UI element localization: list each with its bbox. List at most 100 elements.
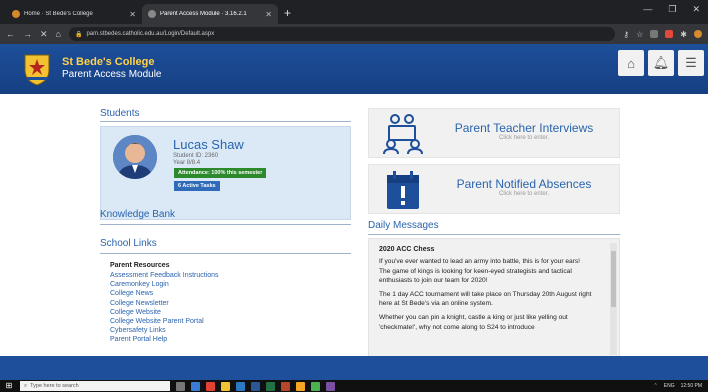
links-group-title: Parent Resources: [110, 262, 170, 269]
network-icon[interactable]: ⌃: [654, 383, 658, 389]
maximize-icon[interactable]: ❐: [668, 4, 676, 15]
star-icon[interactable]: ☆: [636, 30, 643, 39]
site-footer: [0, 356, 708, 380]
close-tab-icon[interactable]: ✕: [265, 10, 272, 19]
link-college-website[interactable]: College Website: [110, 308, 219, 317]
app-icon[interactable]: [191, 381, 200, 391]
browser-tab-pam[interactable]: Parent Access Module · 3.16.2.1 ✕: [142, 4, 278, 24]
parent-notified-absences-tile[interactable]: Parent Notified Absences Click here to e…: [368, 164, 620, 214]
bell-icon: 🔔︎: [652, 55, 670, 70]
student-name[interactable]: Lucas Shaw: [173, 137, 244, 152]
knowledge-bank-heading[interactable]: Knowledge Bank: [100, 209, 175, 220]
key-icon[interactable]: ⚷: [623, 30, 629, 39]
tab-label: Parent Access Module · 3.16.2.1: [160, 11, 247, 17]
message-paragraph: The 1 day ACC tournament will take place…: [379, 290, 592, 308]
student-card[interactable]: Lucas Shaw Student ID: 2360 Year 8/8.4 A…: [100, 126, 351, 220]
back-icon[interactable]: ←: [6, 29, 15, 39]
divider: [368, 234, 620, 235]
system-tray: ⌃ ENG 12:50 PM: [654, 383, 708, 389]
site-header: St Bede's College Parent Access Module ⌂…: [0, 44, 708, 94]
attendance-badge: Attendance: 100% this semester: [174, 168, 267, 178]
calendar-alert-icon: [387, 171, 419, 209]
parent-teacher-interviews-tile[interactable]: Parent Teacher Interviews Click here to …: [368, 108, 620, 158]
puzzle-icon[interactable]: ✱: [680, 30, 687, 39]
school-links-heading: School Links: [100, 238, 157, 249]
link-assessment-feedback[interactable]: Assessment Feedback Instructions: [110, 271, 219, 280]
profile-avatar[interactable]: [694, 30, 702, 38]
message-title: 2020 ACC Chess: [379, 246, 435, 253]
extension-icon[interactable]: [665, 30, 674, 38]
extension-icon[interactable]: [650, 30, 659, 38]
students-heading: Students: [100, 108, 140, 119]
windows-taskbar: ⊞ ⌕ Type here to search ⌃ ENG 12:50 PM: [0, 380, 708, 392]
excel-icon[interactable]: [266, 381, 275, 391]
divider: [100, 121, 351, 122]
link-parent-portal[interactable]: College Website Parent Portal: [110, 317, 219, 326]
notifications-button[interactable]: 🔔︎: [648, 50, 674, 76]
home-icon: ⌂: [627, 55, 635, 71]
student-id: Student ID: 2360: [173, 153, 219, 159]
college-crest-icon: [24, 54, 50, 86]
tile-subtitle: Click here to enter.: [498, 135, 550, 141]
link-college-news[interactable]: College News: [110, 289, 219, 298]
new-tab-icon[interactable]: +: [284, 6, 291, 20]
url-text: pam.stbedes.catholic.edu.au/Login/Defaul…: [86, 31, 215, 37]
student-year: Year 8/8.4: [173, 160, 201, 166]
tab-label: Home · St Bede's College: [24, 11, 93, 17]
header-actions: ⌂ 🔔︎ ☰: [618, 50, 708, 76]
app-icon[interactable]: [236, 381, 245, 391]
language-indicator[interactable]: ENG: [664, 383, 675, 389]
taskbar-search[interactable]: ⌕ Type here to search: [20, 381, 170, 391]
chrome-icon[interactable]: [311, 381, 320, 391]
onenote-icon[interactable]: [326, 381, 335, 391]
tile-title: Parent Teacher Interviews: [454, 121, 594, 135]
app-icon[interactable]: [206, 381, 215, 391]
close-window-icon[interactable]: ✕: [692, 4, 700, 15]
clock[interactable]: 12:50 PM: [681, 383, 702, 389]
menu-icon: ☰: [685, 55, 697, 70]
link-college-newsletter[interactable]: College Newsletter: [110, 299, 219, 308]
school-links-list: Parent Resources Assessment Feedback Ins…: [110, 262, 219, 345]
app-icon[interactable]: [296, 381, 305, 391]
message-paragraph: Whether you can pin a knight, castle a k…: [379, 313, 568, 331]
meeting-icon: [383, 114, 423, 155]
scrollbar-thumb[interactable]: [611, 251, 616, 307]
tile-subtitle: Click here to enter.: [498, 191, 550, 197]
search-icon: ⌕: [24, 382, 28, 389]
link-portal-help[interactable]: Parent Portal Help: [110, 335, 219, 344]
address-bar-row: ← → ✕ ⌂ 🔒 pam.stbedes.catholic.edu.au/Lo…: [0, 24, 708, 44]
active-tasks-badge[interactable]: 6 Active Tasks: [174, 181, 220, 191]
student-avatar: [113, 135, 157, 179]
site-subtitle: Parent Access Module: [62, 69, 162, 80]
home-nav-icon[interactable]: ⌂: [56, 29, 61, 39]
close-tab-icon[interactable]: ✕: [129, 10, 136, 19]
home-button[interactable]: ⌂: [618, 50, 644, 76]
forward-icon[interactable]: →: [23, 29, 32, 39]
powerpoint-icon[interactable]: [281, 381, 290, 391]
daily-messages-panel[interactable]: 2020 ACC Chess If you've ever wanted to …: [368, 238, 620, 356]
browser-tab-bar: Home · St Bede's College ✕ Parent Access…: [0, 0, 708, 24]
browser-tab-home[interactable]: Home · St Bede's College ✕: [6, 4, 142, 24]
task-view-icon[interactable]: [176, 381, 185, 391]
windows-start-icon[interactable]: ⊞: [4, 381, 14, 391]
extensions: ⚷ ☆ ✱: [623, 30, 702, 39]
word-icon[interactable]: [251, 381, 260, 391]
search-placeholder: Type here to search: [30, 383, 79, 389]
main-content: Students Lucas Shaw Student ID: 2360 Yea…: [0, 94, 708, 356]
lock-icon: 🔒: [74, 31, 83, 38]
message-body: If you've ever wanted to lead an army in…: [379, 257, 605, 336]
link-cybersafety[interactable]: Cybersafety Links: [110, 326, 219, 335]
file-explorer-icon[interactable]: [221, 381, 230, 391]
divider: [100, 224, 351, 225]
message-scrollbar[interactable]: [610, 243, 617, 355]
site-title: St Bede's College: [62, 56, 155, 68]
minimize-icon[interactable]: —: [643, 4, 652, 15]
stop-icon[interactable]: ✕: [40, 29, 48, 40]
link-caremonkey[interactable]: Caremonkey Login: [110, 280, 219, 289]
url-input[interactable]: 🔒 pam.stbedes.catholic.edu.au/Login/Defa…: [68, 27, 616, 41]
menu-button[interactable]: ☰: [678, 50, 704, 76]
favicon-icon: [12, 10, 20, 18]
window-controls: — ❐ ✕: [643, 4, 700, 15]
tile-title: Parent Notified Absences: [456, 177, 592, 191]
message-paragraph: If you've ever wanted to lead an army in…: [379, 258, 581, 285]
